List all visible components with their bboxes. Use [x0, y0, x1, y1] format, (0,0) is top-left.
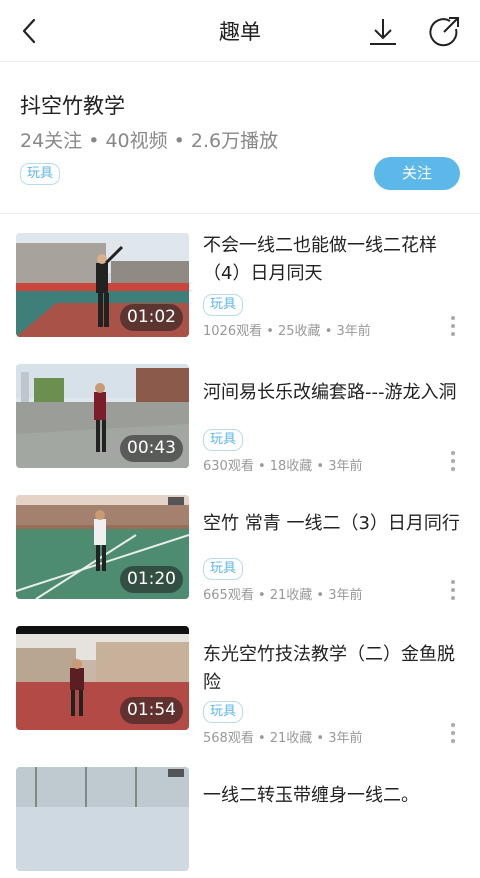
playlist-stats: 24关注 • 40视频 • 2.6万播放	[20, 130, 279, 152]
playlist-name: 抖空竹教学	[20, 94, 125, 118]
video-title[interactable]: 不会一线二也能做一线二花样（4）日月同天	[203, 232, 465, 288]
list-item[interactable]: 一线二转玉带缠身一线二。	[0, 748, 480, 878]
page-title: 趣单	[219, 20, 261, 44]
more-options-icon[interactable]	[446, 580, 460, 606]
video-title[interactable]: 空竹 常青 一线二（3）日月同行	[203, 510, 465, 538]
video-duration: 01:20	[120, 566, 183, 593]
video-title[interactable]: 东光空竹技法教学（二）金鱼脱险	[203, 641, 465, 697]
list-item[interactable]: 00:43 河间易长乐改编套路---游龙入洞 玩具 630观看 • 18收藏 •…	[0, 345, 480, 475]
more-options-icon[interactable]	[446, 316, 460, 342]
more-options-icon[interactable]	[446, 723, 460, 749]
video-meta: 568观看 • 21收藏 • 3年前	[203, 731, 363, 746]
video-duration: 00:43	[120, 435, 183, 462]
follow-button[interactable]: 关注	[374, 157, 460, 190]
playlist-tag[interactable]: 玩具	[20, 163, 61, 185]
video-thumbnail[interactable]	[16, 767, 189, 871]
download-icon[interactable]	[364, 13, 402, 51]
share-icon[interactable]	[424, 13, 464, 51]
video-tag[interactable]: 玩具	[203, 558, 244, 580]
video-tag[interactable]: 玩具	[203, 294, 244, 316]
video-tag[interactable]: 玩具	[203, 429, 244, 451]
video-meta: 1026观看 • 25收藏 • 3年前	[203, 324, 371, 339]
playlist-header: 抖空竹教学 24关注 • 40视频 • 2.6万播放 玩具 关注	[0, 62, 480, 214]
video-tag[interactable]: 玩具	[203, 701, 244, 723]
video-meta: 665观看 • 21收藏 • 3年前	[203, 588, 363, 603]
video-meta: 630观看 • 18收藏 • 3年前	[203, 459, 363, 474]
list-item[interactable]: 01:20 空竹 常青 一线二（3）日月同行 玩具 665观看 • 21收藏 •…	[0, 476, 480, 606]
more-options-icon[interactable]	[446, 451, 460, 477]
list-item[interactable]: 01:54 东光空竹技法教学（二）金鱼脱险 玩具 568观看 • 21收藏 • …	[0, 607, 480, 746]
top-nav-bar: 趣单	[0, 0, 480, 62]
video-duration: 01:02	[120, 304, 183, 331]
video-duration: 01:54	[120, 697, 183, 724]
video-title[interactable]: 一线二转玉带缠身一线二。	[203, 782, 465, 810]
video-title[interactable]: 河间易长乐改编套路---游龙入洞	[203, 379, 465, 407]
list-item[interactable]: 01:02 不会一线二也能做一线二花样（4）日月同天 玩具 1026观看 • 2…	[0, 214, 480, 344]
